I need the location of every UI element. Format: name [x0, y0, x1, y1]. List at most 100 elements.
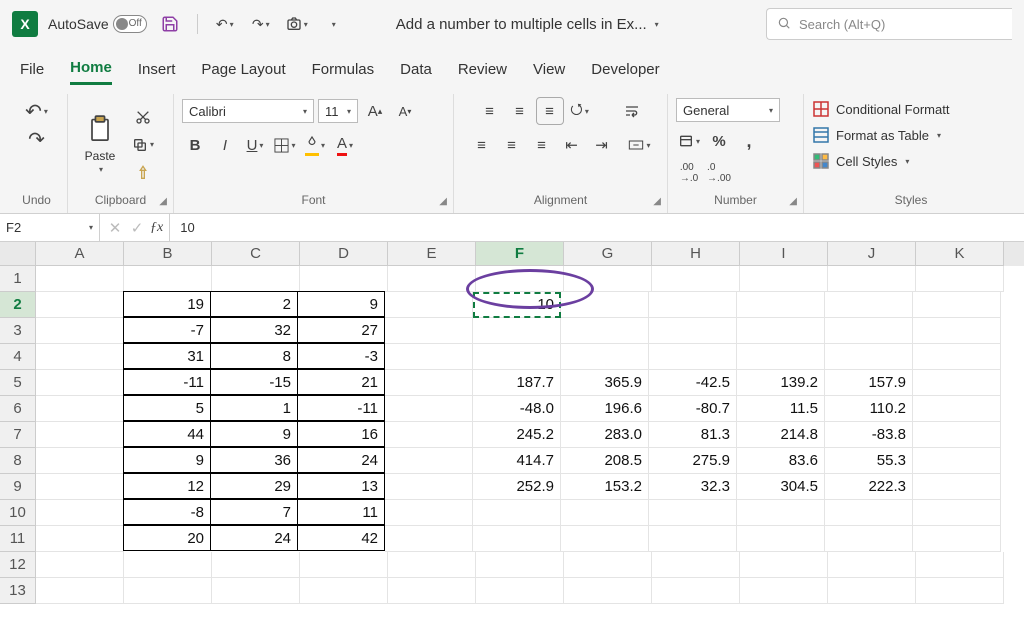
- border-button[interactable]: ▾: [272, 132, 298, 158]
- cell-H11[interactable]: [649, 526, 737, 552]
- cell-J5[interactable]: 157.9: [825, 370, 913, 396]
- increase-decimal-button[interactable]: .00→.0: [676, 160, 702, 186]
- cell-C1[interactable]: [212, 266, 300, 292]
- cell-I5[interactable]: 139.2: [737, 370, 825, 396]
- tab-developer[interactable]: Developer: [591, 55, 659, 84]
- cell-F13[interactable]: [476, 578, 564, 604]
- cell-D1[interactable]: [300, 266, 388, 292]
- underline-button[interactable]: U▾: [242, 132, 268, 158]
- cell-K6[interactable]: [913, 396, 1001, 422]
- cell-F1[interactable]: [476, 266, 564, 292]
- cell-A1[interactable]: [36, 266, 124, 292]
- align-right-button[interactable]: ≡: [529, 132, 555, 158]
- column-header-C[interactable]: C: [212, 242, 300, 266]
- cell-B3[interactable]: -7: [123, 317, 211, 343]
- cell-I12[interactable]: [740, 552, 828, 578]
- cell-B1[interactable]: [124, 266, 212, 292]
- cell-E6[interactable]: [385, 396, 473, 422]
- decrease-font-button[interactable]: A▾: [392, 98, 418, 124]
- tab-review[interactable]: Review: [458, 55, 507, 84]
- cell-H6[interactable]: -80.7: [649, 396, 737, 422]
- cell-H7[interactable]: 81.3: [649, 422, 737, 448]
- cell-E11[interactable]: [385, 526, 473, 552]
- font-launcher[interactable]: ◢: [439, 196, 447, 207]
- cell-B7[interactable]: 44: [123, 421, 211, 447]
- select-all-corner[interactable]: [0, 242, 36, 266]
- spreadsheet-grid[interactable]: ABCDEFGHIJK 121929103-732274318-35-11-15…: [0, 242, 1024, 604]
- cell-E2[interactable]: [385, 292, 473, 318]
- cell-E4[interactable]: [385, 344, 473, 370]
- column-header-A[interactable]: A: [36, 242, 124, 266]
- cell-I10[interactable]: [737, 500, 825, 526]
- column-header-F[interactable]: F: [476, 242, 564, 266]
- cell-J2[interactable]: [825, 292, 913, 318]
- camera-button[interactable]: ▾: [284, 11, 310, 37]
- autosave-toggle[interactable]: AutoSave Off: [48, 15, 147, 33]
- tab-home[interactable]: Home: [70, 53, 112, 85]
- cell-K11[interactable]: [913, 526, 1001, 552]
- cell-C12[interactable]: [212, 552, 300, 578]
- cell-E8[interactable]: [385, 448, 473, 474]
- redo-large-button[interactable]: ↷: [24, 126, 50, 152]
- cell-A4[interactable]: [36, 344, 124, 370]
- cell-E12[interactable]: [388, 552, 476, 578]
- cell-D9[interactable]: 13: [297, 473, 385, 499]
- clipboard-launcher[interactable]: ◢: [159, 196, 167, 207]
- row-header-5[interactable]: 5: [0, 370, 36, 396]
- cell-F8[interactable]: 414.7: [473, 448, 561, 474]
- cell-F9[interactable]: 252.9: [473, 474, 561, 500]
- cell-G9[interactable]: 153.2: [561, 474, 649, 500]
- cell-A5[interactable]: [36, 370, 124, 396]
- cell-D11[interactable]: 42: [297, 525, 385, 551]
- cell-G10[interactable]: [561, 500, 649, 526]
- cell-A3[interactable]: [36, 318, 124, 344]
- cell-K4[interactable]: [913, 344, 1001, 370]
- cell-H5[interactable]: -42.5: [649, 370, 737, 396]
- cell-K13[interactable]: [916, 578, 1004, 604]
- row-header-4[interactable]: 4: [0, 344, 36, 370]
- cell-D2[interactable]: 9: [297, 291, 385, 317]
- row-header-9[interactable]: 9: [0, 474, 36, 500]
- tab-insert[interactable]: Insert: [138, 55, 176, 84]
- cell-H4[interactable]: [649, 344, 737, 370]
- cell-J1[interactable]: [828, 266, 916, 292]
- number-launcher[interactable]: ◢: [789, 196, 797, 207]
- conditional-formatting-button[interactable]: Conditional Formatt: [812, 98, 949, 120]
- fx-icon[interactable]: ƒx: [150, 220, 163, 236]
- qat-overflow-button[interactable]: ▾: [320, 11, 346, 37]
- italic-button[interactable]: I: [212, 132, 238, 158]
- cell-E10[interactable]: [385, 500, 473, 526]
- cell-E3[interactable]: [385, 318, 473, 344]
- comma-format-button[interactable]: ,: [736, 128, 762, 154]
- row-header-7[interactable]: 7: [0, 422, 36, 448]
- tab-file[interactable]: File: [20, 55, 44, 84]
- cell-D4[interactable]: -3: [297, 343, 385, 369]
- cell-J13[interactable]: [828, 578, 916, 604]
- enter-formula-icon[interactable]: ✓: [128, 215, 146, 241]
- font-size-select[interactable]: 11▾: [318, 99, 358, 123]
- undo-large-button[interactable]: ↶▾: [24, 98, 50, 124]
- cell-J11[interactable]: [825, 526, 913, 552]
- cell-J9[interactable]: 222.3: [825, 474, 913, 500]
- cell-H2[interactable]: [649, 292, 737, 318]
- row-header-6[interactable]: 6: [0, 396, 36, 422]
- cell-G12[interactable]: [564, 552, 652, 578]
- cancel-formula-icon[interactable]: ✕: [106, 215, 124, 241]
- cell-E13[interactable]: [388, 578, 476, 604]
- cell-G5[interactable]: 365.9: [561, 370, 649, 396]
- cell-J6[interactable]: 110.2: [825, 396, 913, 422]
- cell-B10[interactable]: -8: [123, 499, 211, 525]
- align-middle-button[interactable]: ≡: [507, 98, 533, 124]
- cell-E5[interactable]: [385, 370, 473, 396]
- cell-D10[interactable]: 11: [297, 499, 385, 525]
- cell-H12[interactable]: [652, 552, 740, 578]
- increase-font-button[interactable]: A▴: [362, 98, 388, 124]
- merge-center-button[interactable]: ▾: [627, 132, 653, 158]
- alignment-launcher[interactable]: ◢: [653, 196, 661, 207]
- column-header-G[interactable]: G: [564, 242, 652, 266]
- cell-C11[interactable]: 24: [210, 525, 298, 551]
- cell-K1[interactable]: [916, 266, 1004, 292]
- row-header-2[interactable]: 2: [0, 292, 36, 318]
- document-title[interactable]: Add a number to multiple cells in Ex... …: [396, 16, 659, 33]
- font-color-button[interactable]: A▾: [332, 132, 358, 158]
